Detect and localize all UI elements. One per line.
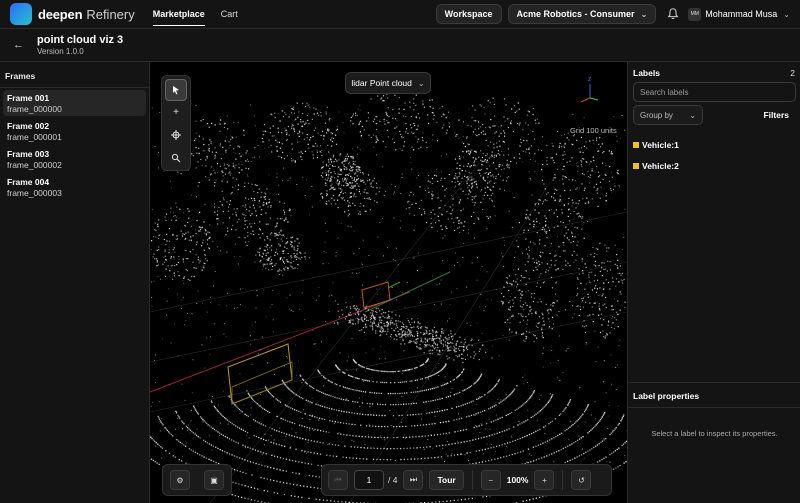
search-labels-input[interactable]	[633, 82, 796, 102]
frame-total: / 4	[388, 475, 398, 485]
frame-file: frame_000001	[7, 132, 62, 142]
viewer-settings-bar: ⚙ ▣	[162, 464, 232, 496]
labels-heading: Labels	[633, 68, 660, 78]
settings-gear-icon[interactable]: ⚙	[170, 470, 190, 490]
org-select[interactable]: Acme Robotics - Consumer ⌄	[507, 4, 657, 24]
point-cloud-canvas[interactable]: Z	[150, 62, 627, 503]
bell-icon[interactable]	[666, 7, 680, 21]
frame-number-input[interactable]	[354, 470, 384, 490]
viewer-toolbar: +	[161, 75, 191, 171]
label-properties-heading: Label properties	[633, 391, 700, 401]
y-axis-line	[364, 271, 451, 313]
label-name: Vehicle:2	[642, 161, 679, 171]
app-logo-icon	[10, 3, 32, 25]
frame-file: frame_000002	[7, 160, 62, 170]
frames-heading: Frames	[0, 62, 149, 88]
page-title: point cloud viz 3	[37, 34, 124, 46]
labels-panel: Labels 2 Group by ⌄ Filters Vehicle:1 Ve…	[627, 62, 800, 503]
frame-item[interactable]: Frame 003 frame_000002	[3, 146, 146, 172]
label-color-swatch	[633, 142, 639, 148]
divider	[628, 407, 800, 408]
label-item[interactable]: Vehicle:2	[633, 161, 679, 171]
label-color-swatch	[633, 163, 639, 169]
label-properties-empty: Select a label to inspect its properties…	[651, 429, 778, 438]
brand-product: Refinery	[86, 6, 135, 22]
x-axis-line	[150, 291, 411, 393]
group-by-label: Group by	[640, 110, 673, 120]
back-arrow-icon[interactable]: ←	[13, 39, 24, 51]
zoom-in-icon[interactable]: +	[534, 470, 555, 490]
user-menu-chevron-icon[interactable]: ⌄	[783, 10, 790, 19]
divider	[471, 470, 473, 490]
version-label: Version 1.0.0	[37, 47, 84, 56]
label-item[interactable]: Vehicle:1	[633, 140, 679, 150]
divider	[562, 470, 564, 490]
move-crosshair-icon[interactable]	[165, 125, 187, 147]
zoom-level: 100%	[506, 475, 529, 485]
user-name[interactable]: Mohammad Musa	[705, 9, 777, 19]
nav-cart[interactable]: Cart	[221, 3, 238, 25]
chevron-down-icon: ⌄	[417, 78, 425, 88]
tour-button[interactable]: Tour	[429, 470, 464, 490]
workspace-button[interactable]: Workspace	[435, 4, 502, 24]
frame-navigation-bar: ⏮ / 4 ⏭ Tour − 100% + ↺	[321, 464, 612, 496]
select-pointer-icon[interactable]	[165, 79, 187, 101]
frame-title: Frame 001	[7, 93, 50, 103]
filters-button[interactable]: Filters	[763, 110, 789, 120]
frames-panel: Frames Frame 001 frame_000000 Frame 002 …	[0, 62, 150, 503]
org-select-label: Acme Robotics - Consumer	[516, 9, 635, 19]
capture-icon[interactable]: ▣	[204, 470, 224, 490]
frame-title: Frame 004	[7, 177, 50, 187]
axis-gizmo-icon: Z	[580, 77, 599, 103]
labels-count: 2	[790, 68, 795, 78]
add-plus-icon[interactable]: +	[165, 102, 187, 124]
zoom-out-icon[interactable]: −	[480, 470, 501, 490]
group-by-select[interactable]: Group by ⌄	[633, 105, 703, 125]
label-name: Vehicle:1	[642, 140, 679, 150]
frame-title: Frame 002	[7, 121, 50, 131]
avatar[interactable]: MM	[688, 7, 702, 21]
grid-units-label: Grid 100 units	[570, 126, 617, 135]
frame-item[interactable]: Frame 002 frame_000001	[3, 118, 146, 144]
point-cloud-viewer[interactable]: Z + lidar Point cloud ⌄ Grid 100 units ⚙…	[150, 62, 627, 503]
label-properties-section: Label properties Select a label to inspe…	[628, 382, 800, 503]
first-frame-icon[interactable]: ⏮	[328, 470, 348, 490]
reset-view-icon[interactable]: ↺	[571, 470, 592, 490]
frame-item[interactable]: Frame 004 frame_000003	[3, 174, 146, 200]
ground-grid	[150, 161, 627, 503]
project-titlebar: ← point cloud viz 3 Version 1.0.0	[0, 29, 800, 62]
chevron-down-icon: ⌄	[640, 9, 648, 19]
top-navbar: deepen Refinery Marketplace Cart Workspa…	[0, 0, 800, 29]
frame-file: frame_000003	[7, 188, 62, 198]
axis-z-label: Z	[588, 77, 591, 83]
chevron-down-icon: ⌄	[689, 110, 696, 120]
brand-name: deepen	[38, 6, 83, 22]
frame-item[interactable]: Frame 001 frame_000000	[3, 90, 146, 116]
last-frame-icon[interactable]: ⏭	[403, 470, 424, 490]
point-cloud-source-select[interactable]: lidar Point cloud ⌄	[345, 72, 431, 94]
source-select-label: lidar Point cloud	[351, 78, 412, 88]
frame-file: frame_000000	[7, 104, 62, 114]
frame-title: Frame 003	[7, 149, 50, 159]
nav-marketplace[interactable]: Marketplace	[152, 3, 205, 26]
zoom-tool-icon[interactable]	[165, 147, 187, 169]
